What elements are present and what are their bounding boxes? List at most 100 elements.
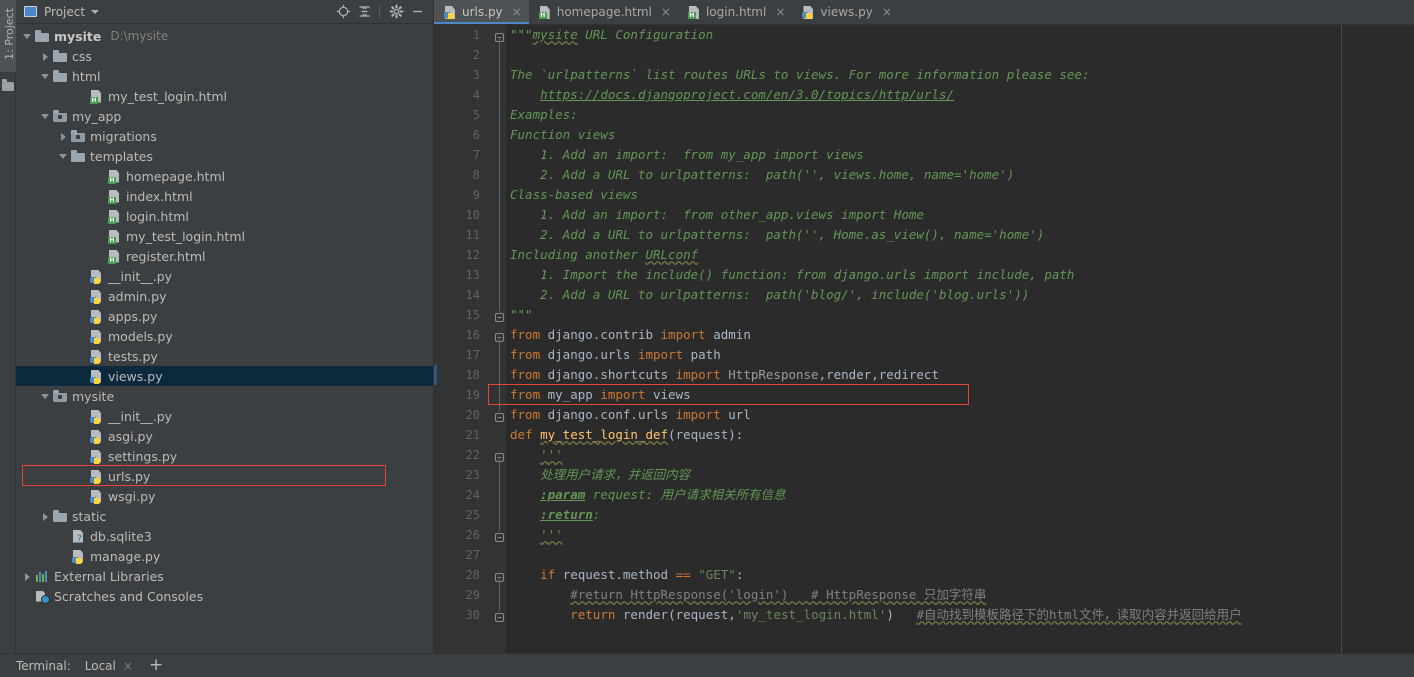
tree-node-mysite[interactable]: mysite <box>16 386 433 406</box>
gear-icon[interactable] <box>386 2 406 22</box>
tree-node-models-py[interactable]: models.py <box>16 326 433 346</box>
tree-node-external-libraries[interactable]: External Libraries <box>16 566 433 586</box>
code-line[interactable]: 30 return render(request,'my_test_login.… <box>434 605 1414 625</box>
code-line[interactable]: 25 :return: <box>434 505 1414 525</box>
code-line[interactable]: 14 2. Add a URL to urlpatterns: path('bl… <box>434 285 1414 305</box>
tree-node-manage-py[interactable]: manage.py <box>16 546 433 566</box>
tree-node--init-py[interactable]: __init__.py <box>16 406 433 426</box>
code-line[interactable]: 12 Including another URLconf <box>434 245 1414 265</box>
tree-node-html[interactable]: html <box>16 66 433 86</box>
tree-node-static[interactable]: static <box>16 506 433 526</box>
tree-node-admin-py[interactable]: admin.py <box>16 286 433 306</box>
add-terminal-icon[interactable]: + <box>149 657 163 674</box>
chevron-collapsed-icon[interactable] <box>22 571 33 582</box>
code-line[interactable]: 3 The `urlpatterns` list routes URLs to v… <box>434 65 1414 85</box>
fold-marker-end[interactable] <box>495 530 504 542</box>
code-line[interactable]: 23 处理用户请求，并返回内容 <box>434 465 1414 485</box>
external-libraries-icon <box>35 569 50 584</box>
code-line[interactable]: 21 def my_test_login_def(request): <box>434 425 1414 445</box>
chevron-expanded-icon[interactable] <box>40 111 51 122</box>
tree-node-scratches-and-consoles[interactable]: Scratches and Consoles <box>16 586 433 606</box>
tree-node-views-py[interactable]: views.py <box>16 366 433 386</box>
structure-icon[interactable] <box>2 79 14 91</box>
chevron-expanded-icon[interactable] <box>40 391 51 402</box>
tree-node-urls-py[interactable]: urls.py <box>16 466 433 486</box>
editor-tab-views-py[interactable]: views.py × <box>792 0 898 24</box>
tree-node-mysite[interactable]: mysite D:\mysite <box>16 26 433 46</box>
tree-node-templates[interactable]: templates <box>16 146 433 166</box>
code-line[interactable]: 1 """mysite URL Configuration <box>434 25 1414 45</box>
tree-node-index-html[interactable]: index.html <box>16 186 433 206</box>
collapse-all-icon[interactable] <box>354 2 374 22</box>
code-line[interactable]: 17 from django.urls import path <box>434 345 1414 365</box>
code-line[interactable]: 10 1. Add an import: from other_app.view… <box>434 205 1414 225</box>
fold-marker-end[interactable] <box>495 410 504 422</box>
chevron-expanded-icon[interactable] <box>58 151 69 162</box>
code-content[interactable]: 1 """mysite URL Configuration 2 3 The `urlpa… <box>434 25 1414 653</box>
code-line[interactable]: 27 <box>434 545 1414 565</box>
tree-node-css[interactable]: css <box>16 46 433 66</box>
fold-marker-end[interactable] <box>495 310 504 322</box>
chevron-expanded-icon[interactable] <box>40 71 51 82</box>
close-icon[interactable]: × <box>775 6 785 18</box>
code-line[interactable]: 7 1. Add an import: from my_app import v… <box>434 145 1414 165</box>
chevron-collapsed-icon[interactable] <box>40 511 51 522</box>
code-line[interactable]: 29 #return HttpResponse('login') # HttpR… <box>434 585 1414 605</box>
locate-target-icon[interactable] <box>333 2 353 22</box>
minimize-icon[interactable] <box>407 2 427 22</box>
code-line[interactable]: 28 if request.method == "GET": <box>434 565 1414 585</box>
code-line[interactable]: 18 from django.shortcuts import HttpRespo… <box>434 365 1414 385</box>
chevron-down-icon[interactable] <box>91 9 100 14</box>
editor-tab-bar[interactable]: urls.py×homepage.html×login.html×views.p… <box>434 0 1414 25</box>
left-tool-strip: 1: Project <box>0 0 16 653</box>
terminal-tab-local[interactable]: Local <box>85 659 116 673</box>
code-line[interactable]: 4 https://docs.djangoproject.com/en/3.0/… <box>434 85 1414 105</box>
close-icon[interactable]: × <box>512 6 522 18</box>
code-line[interactable]: 5 Examples: <box>434 105 1414 125</box>
code-line[interactable]: 2 <box>434 45 1414 65</box>
fold-marker-open[interactable] <box>495 570 504 582</box>
close-icon[interactable]: × <box>123 659 133 673</box>
code-line[interactable]: 26 ''' <box>434 525 1414 545</box>
code-line[interactable]: 15 """ <box>434 305 1414 325</box>
code-line[interactable]: 8 2. Add a URL to urlpatterns: path('', … <box>434 165 1414 185</box>
tree-node-db-sqlite3[interactable]: ? db.sqlite3 <box>16 526 433 546</box>
tree-node-register-html[interactable]: register.html <box>16 246 433 266</box>
fold-marker-end[interactable] <box>495 610 504 622</box>
tree-node-wsgi-py[interactable]: wsgi.py <box>16 486 433 506</box>
terminal-status-bar: Terminal: Local × + <box>0 653 1414 677</box>
chevron-collapsed-icon[interactable] <box>40 51 51 62</box>
tree-node-homepage-html[interactable]: homepage.html <box>16 166 433 186</box>
code-line[interactable]: 16 from django.contrib import admin <box>434 325 1414 345</box>
tree-node-my-test-login-html[interactable]: my_test_login.html <box>16 86 433 106</box>
code-line[interactable]: 11 2. Add a URL to urlpatterns: path('',… <box>434 225 1414 245</box>
project-file-tree[interactable]: mysite D:\mysite css html my_test_login.html… <box>16 24 433 653</box>
chevron-collapsed-icon[interactable] <box>58 131 69 142</box>
code-line[interactable]: 9 Class-based views <box>434 185 1414 205</box>
editor-tab-urls-py[interactable]: urls.py × <box>434 0 529 24</box>
tree-node-settings-py[interactable]: settings.py <box>16 446 433 466</box>
tree-node-my-test-login-html[interactable]: my_test_login.html <box>16 226 433 246</box>
tree-node-migrations[interactable]: migrations <box>16 126 433 146</box>
tree-node-tests-py[interactable]: tests.py <box>16 346 433 366</box>
fold-marker-open[interactable] <box>495 450 504 462</box>
chevron-expanded-icon[interactable] <box>22 31 33 42</box>
fold-marker-open[interactable] <box>495 30 504 42</box>
tree-node--init-py[interactable]: __init__.py <box>16 266 433 286</box>
editor-tab-login-html[interactable]: login.html × <box>678 0 792 24</box>
code-line[interactable]: 20 from django.conf.urls import url <box>434 405 1414 425</box>
tree-node-apps-py[interactable]: apps.py <box>16 306 433 326</box>
code-line[interactable]: 24 :param request: 用户请求相关所有信息 <box>434 485 1414 505</box>
editor-tab-homepage-html[interactable]: homepage.html × <box>529 0 678 24</box>
code-editor[interactable]: 1 """mysite URL Configuration 2 3 The `urlpa… <box>434 25 1414 653</box>
code-line[interactable]: 13 1. Import the include() function: fro… <box>434 265 1414 285</box>
fold-marker-open[interactable] <box>495 330 504 342</box>
code-line[interactable]: 19 from my_app import views <box>434 385 1414 405</box>
tree-node-asgi-py[interactable]: asgi.py <box>16 426 433 446</box>
tree-node-login-html[interactable]: login.html <box>16 206 433 226</box>
code-line[interactable]: 6 Function views <box>434 125 1414 145</box>
code-line[interactable]: 22 ''' <box>434 445 1414 465</box>
close-icon[interactable]: × <box>882 6 892 18</box>
close-icon[interactable]: × <box>661 6 671 18</box>
tree-node-my-app[interactable]: my_app <box>16 106 433 126</box>
